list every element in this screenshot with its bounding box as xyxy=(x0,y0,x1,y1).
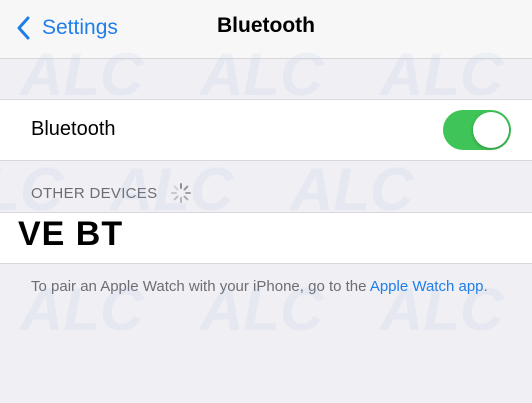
apple-watch-app-link[interactable]: Apple Watch app xyxy=(370,278,484,295)
toggle-knob xyxy=(473,112,509,148)
loading-spinner-icon xyxy=(169,181,193,205)
footer-text: To pair an Apple Watch with your iPhone,… xyxy=(31,278,370,295)
other-devices-header: OTHER DEVICES xyxy=(31,181,193,205)
bluetooth-toggle[interactable] xyxy=(443,110,511,150)
page-title: Bluetooth xyxy=(217,14,315,37)
section-gap xyxy=(0,59,532,99)
bluetooth-setting-row: Bluetooth xyxy=(0,99,532,161)
footer-note: To pair an Apple Watch with your iPhone,… xyxy=(31,276,501,297)
other-devices-label: OTHER DEVICES xyxy=(31,184,158,202)
bluetooth-label: Bluetooth xyxy=(31,118,116,140)
navigation-bar: Settings Bluetooth xyxy=(0,0,532,59)
overlay-caption: VE BT xyxy=(18,215,124,253)
footer-suffix: . xyxy=(483,278,488,295)
